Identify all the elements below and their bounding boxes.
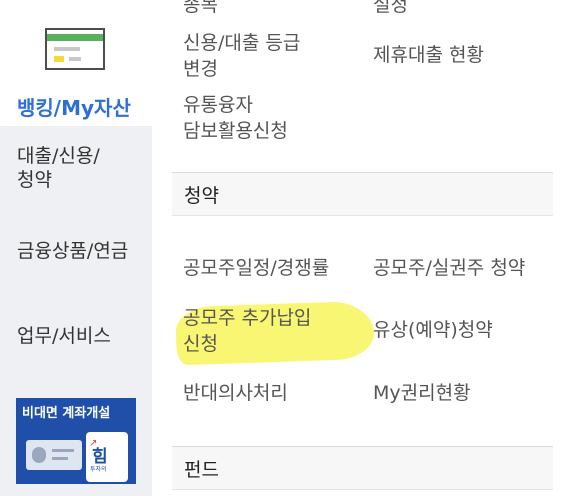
menu-link-settings[interactable]: 설정: [373, 0, 408, 18]
banner-text-plain: 비대면: [22, 406, 63, 421]
menu-link-collateral-application[interactable]: 유통융자 담보활용신청: [183, 92, 288, 144]
phone-icon: ↗ 힘 투자의: [86, 432, 128, 482]
menu-link-ipo-additional-payment[interactable]: 공모주 추가납입 신청: [183, 305, 311, 357]
menu-link-ipo-schedule[interactable]: 공모주일정/경쟁률: [183, 255, 329, 281]
section-header-subscription: 청약: [172, 172, 553, 216]
section-title: 청약: [184, 185, 219, 207]
menu-link-partner-loan-status[interactable]: 제휴대출 현황: [373, 42, 484, 68]
menu-link-credit-grade-change[interactable]: 신용/대출 등급 변경: [183, 30, 300, 82]
id-card-icon: [26, 440, 82, 470]
menu-link-my-rights-status[interactable]: My권리현황: [373, 380, 471, 406]
sidebar: 뱅킹/My자산 대출/신용/ 청약 금융상품/연금 업무/서비스 비대면 계좌개…: [0, 0, 152, 496]
sidebar-item-label: 뱅킹/My자산: [17, 96, 131, 120]
menu-link-rights-offering[interactable]: 유상(예약)청약: [373, 317, 493, 343]
banner-text-bold: 계좌개설: [62, 406, 111, 421]
banner-text: 비대면 계좌개설: [22, 402, 110, 421]
sidebar-item-financial-products[interactable]: 금융상품/연금: [17, 239, 128, 263]
sidebar-item-business-services[interactable]: 업무/서비스: [17, 324, 111, 348]
menu-link-stock[interactable]: 종목: [183, 0, 218, 18]
sidebar-item-loan-credit-subscription[interactable]: 대출/신용/ 청약: [17, 144, 100, 192]
bank-card-icon: [45, 28, 105, 70]
sidebar-item-banking[interactable]: 뱅킹/My자산: [0, 0, 152, 126]
section-title: 펀드: [184, 459, 219, 481]
section-header-fund: 펀드: [172, 446, 553, 490]
account-opening-banner[interactable]: 비대면 계좌개설 ↗ 힘 투자의: [16, 398, 136, 484]
menu-link-ipo-subscription[interactable]: 공모주/실권주 청약: [373, 255, 525, 281]
brand-logo-caption: 투자의: [90, 466, 107, 473]
menu-link-dissent-processing[interactable]: 반대의사처리: [183, 380, 288, 406]
